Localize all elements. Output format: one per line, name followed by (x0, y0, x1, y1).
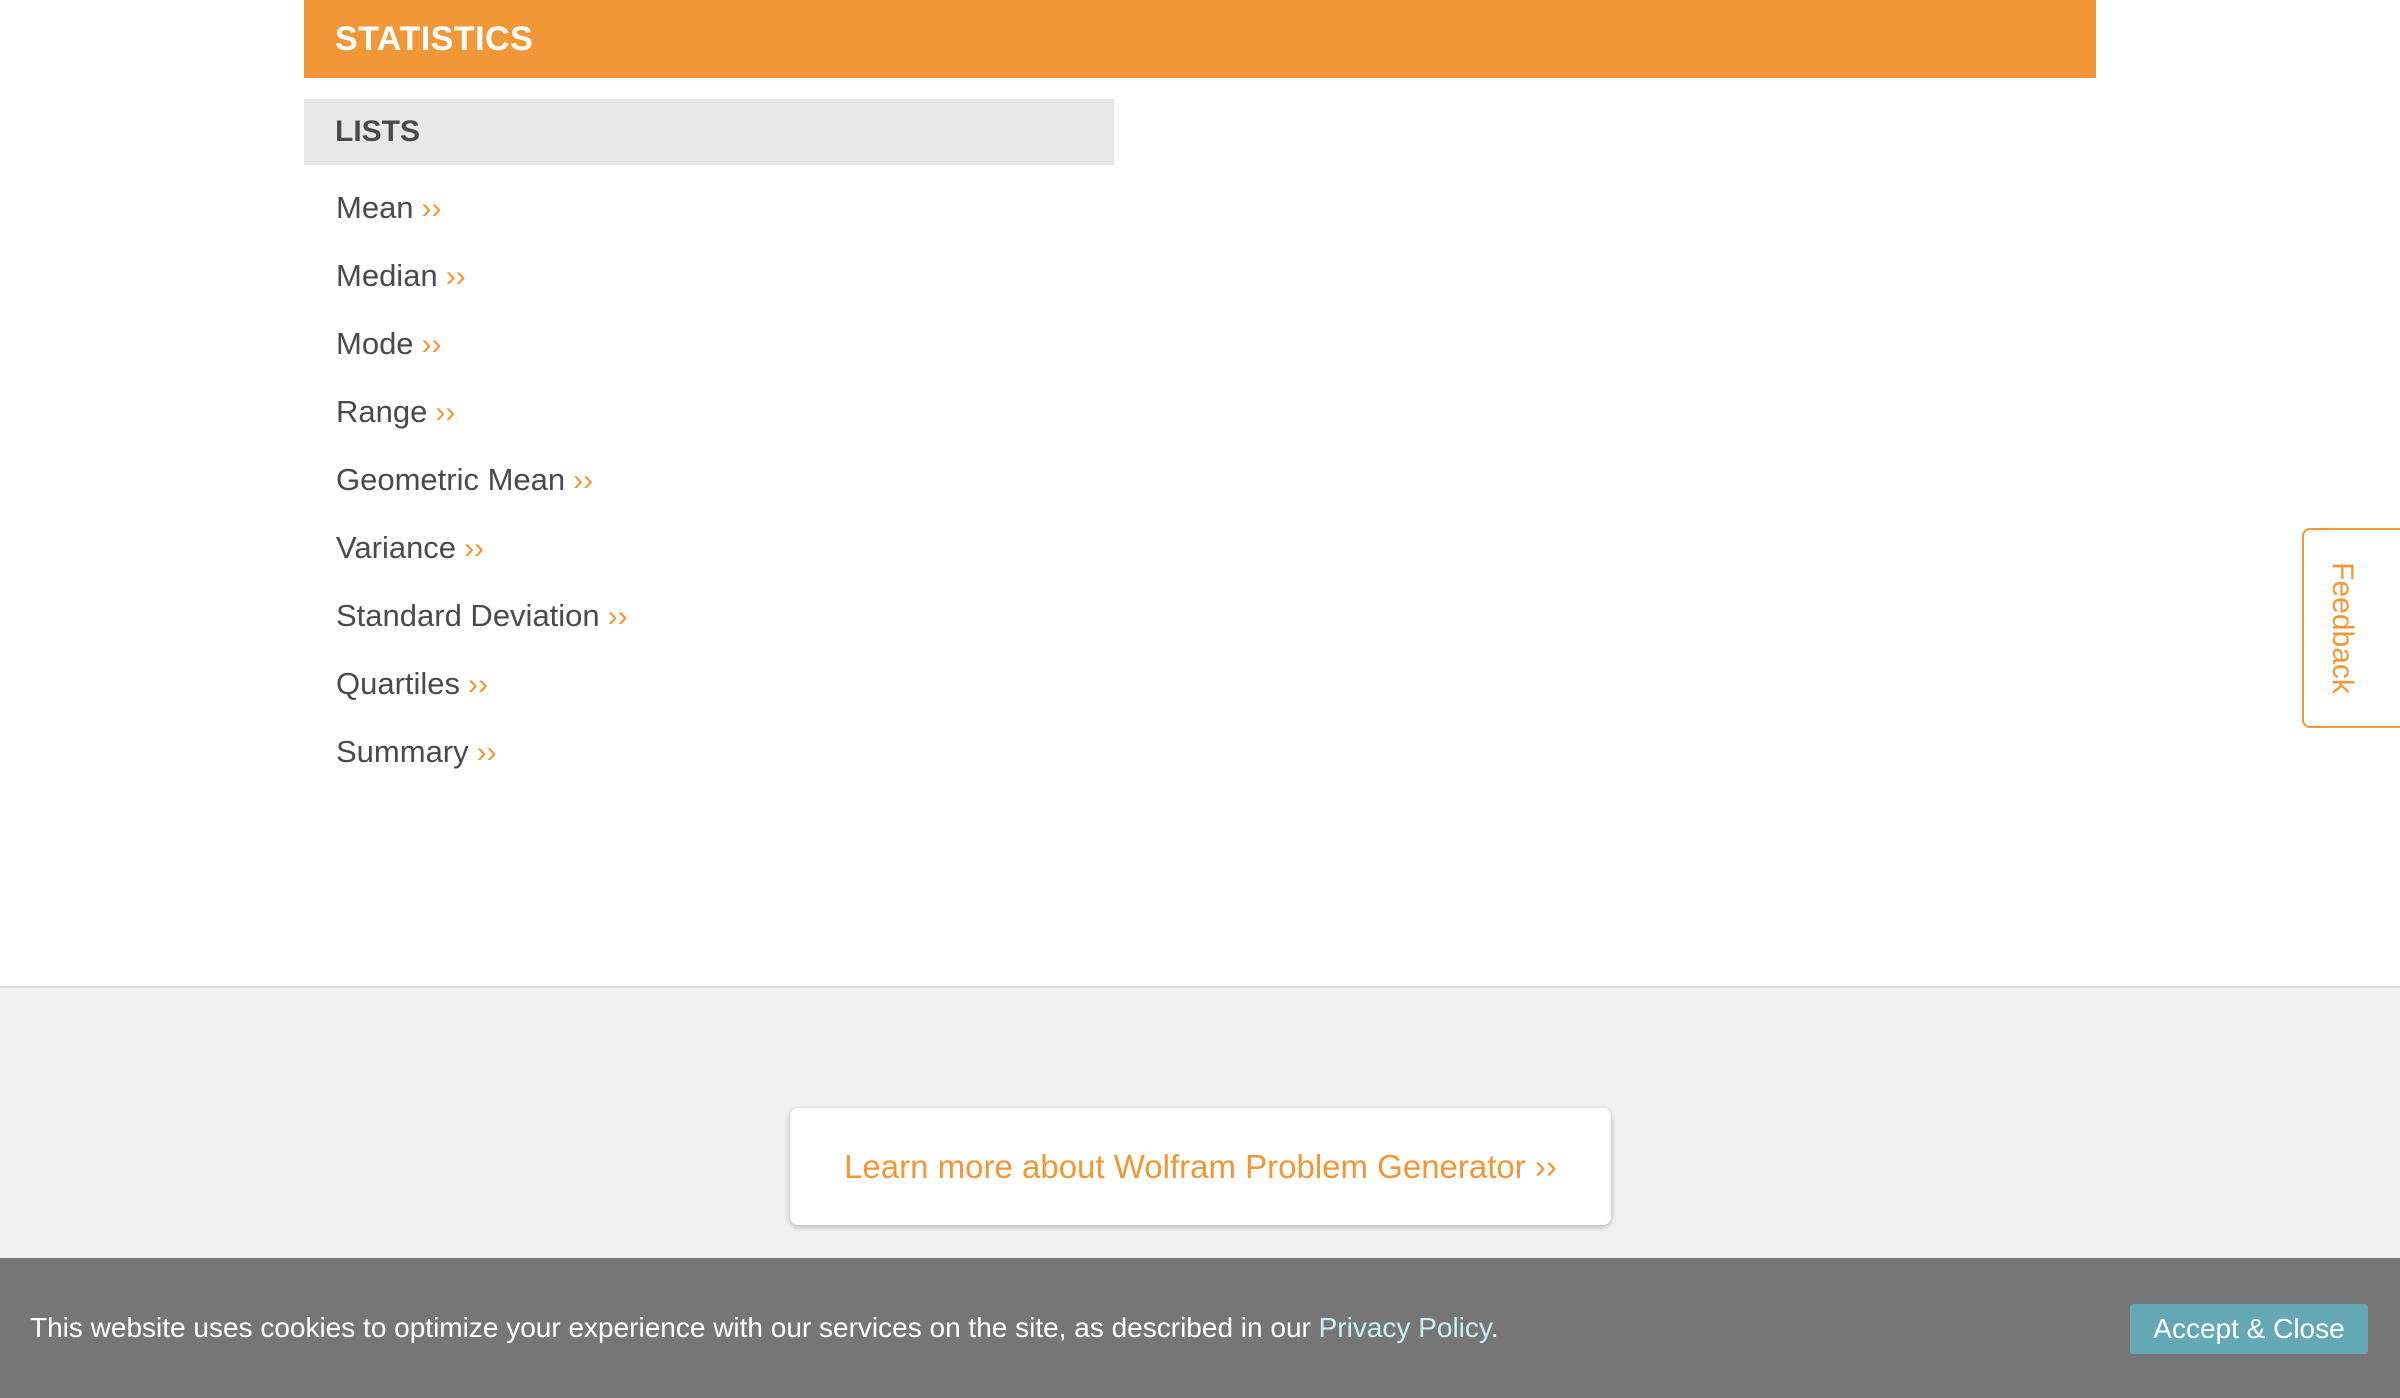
privacy-policy-link[interactable]: Privacy Policy (1319, 1312, 1491, 1343)
double-chevron-right-icon: ›› (468, 668, 489, 701)
topic-label: Standard Deviation (336, 598, 600, 633)
double-chevron-right-icon: ›› (421, 192, 442, 225)
topic-label: Mean (336, 190, 414, 225)
learn-more-problem-generator-link[interactable]: Learn more about Wolfram Problem Generat… (790, 1108, 1611, 1225)
topic-link-quartiles[interactable]: Quartiles ›› (336, 648, 628, 716)
feedback-label: Feedback (2326, 562, 2360, 694)
topic-link-mode[interactable]: Mode ›› (336, 308, 628, 376)
subsection-header-lists: LISTS (304, 99, 1114, 165)
section-title: STATISTICS (335, 20, 534, 58)
cookie-message: This website uses cookies to optimize yo… (30, 1258, 1499, 1398)
page: STATISTICS LISTS Mean ›› Median ›› Mode ›› … (0, 0, 2400, 1398)
double-chevron-right-icon: ›› (435, 396, 456, 429)
cookie-text-suffix: . (1490, 1312, 1499, 1343)
topic-link-summary[interactable]: Summary ›› (336, 716, 628, 784)
topic-list: Mean ›› Median ›› Mode ›› Range ›› Geometric… (336, 172, 628, 784)
topic-label: Range (336, 394, 428, 429)
topic-label: Variance (336, 530, 457, 565)
topic-link-mean[interactable]: Mean ›› (336, 172, 628, 240)
double-chevron-right-icon: ›› (464, 532, 485, 565)
topic-link-range[interactable]: Range ›› (336, 376, 628, 444)
topic-link-variance[interactable]: Variance ›› (336, 512, 628, 580)
accept-close-button[interactable]: Accept & Close (2130, 1304, 2368, 1354)
topic-link-geometric-mean[interactable]: Geometric Mean ›› (336, 444, 628, 512)
double-chevron-right-icon: ›› (421, 328, 442, 361)
topic-label: Geometric Mean (336, 462, 566, 497)
topic-label: Quartiles (336, 666, 461, 701)
topic-link-median[interactable]: Median ›› (336, 240, 628, 308)
section-header-statistics: STATISTICS (304, 0, 2096, 78)
cookie-text: This website uses cookies to optimize yo… (30, 1312, 1319, 1343)
double-chevron-right-icon: ›› (445, 260, 466, 293)
feedback-tab[interactable]: Feedback (2302, 528, 2400, 728)
topic-label: Summary (336, 734, 469, 769)
cookie-banner: This website uses cookies to optimize yo… (0, 1258, 2400, 1398)
topic-label: Mode (336, 326, 414, 361)
double-chevron-right-icon: ›› (573, 464, 594, 497)
learn-more-label: Learn more about Wolfram Problem Generat… (844, 1148, 1557, 1185)
double-chevron-right-icon: ›› (607, 600, 628, 633)
topic-link-standard-deviation[interactable]: Standard Deviation ›› (336, 580, 628, 648)
topic-label: Median (336, 258, 438, 293)
subsection-title: LISTS (335, 115, 421, 148)
double-chevron-right-icon: ›› (476, 736, 497, 769)
